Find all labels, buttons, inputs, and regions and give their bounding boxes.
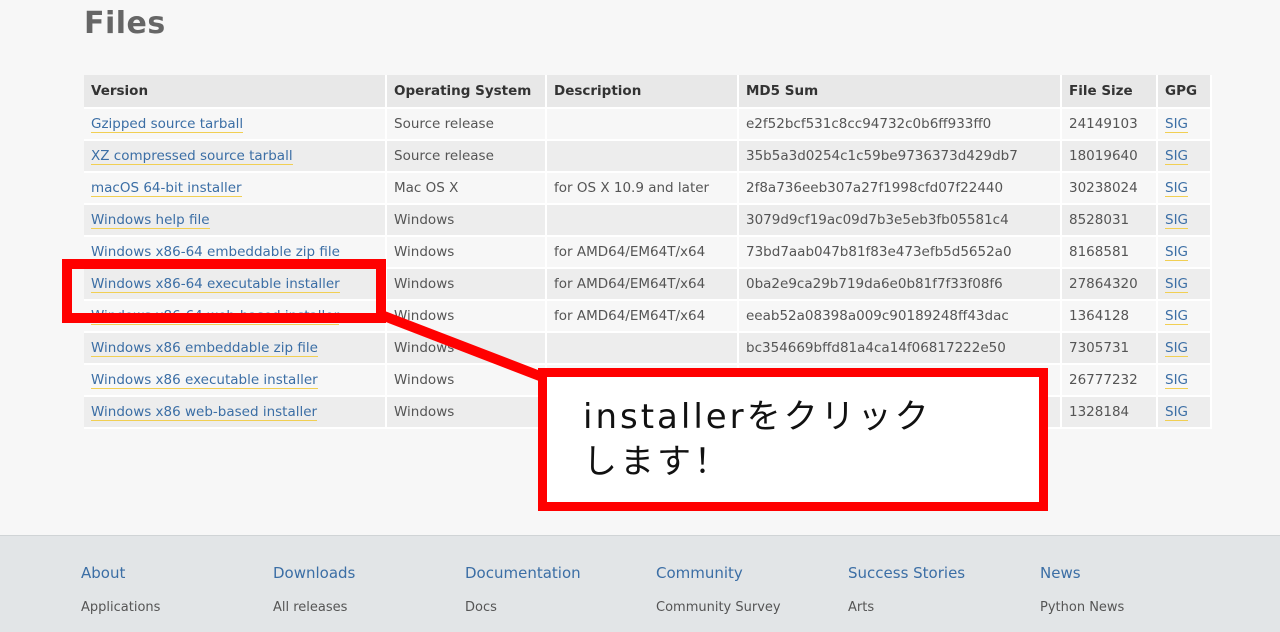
footer-heading-link[interactable]: News	[1040, 564, 1124, 582]
site-footer: About Applications Downloads All releases Do…	[0, 535, 1280, 632]
footer-column: Downloads All releases	[273, 564, 355, 615]
footer-heading-link[interactable]: Community	[656, 564, 781, 582]
callout-line-2: します！	[583, 442, 731, 482]
annotation-callout: installerをクリック します！	[538, 368, 1048, 511]
footer-heading-link[interactable]: Downloads	[273, 564, 355, 582]
footer-column: Success Stories Arts	[848, 564, 965, 615]
footer-link[interactable]: Applications	[81, 600, 160, 615]
footer-link[interactable]: Docs	[465, 600, 581, 615]
footer-column: About Applications	[81, 564, 160, 615]
footer-column: News Python News	[1040, 564, 1124, 615]
footer-column: Documentation Docs	[465, 564, 581, 615]
footer-link[interactable]: All releases	[273, 600, 355, 615]
footer-link[interactable]: Python News	[1040, 600, 1124, 615]
callout-line-1: installerをクリック	[583, 397, 932, 437]
footer-link[interactable]: Community Survey	[656, 600, 781, 615]
annotation-highlight-box	[62, 259, 386, 323]
footer-heading-link[interactable]: Success Stories	[848, 564, 965, 582]
footer-column: Community Community Survey	[656, 564, 781, 615]
footer-link[interactable]: Arts	[848, 600, 965, 615]
footer-heading-link[interactable]: Documentation	[465, 564, 581, 582]
footer-heading-link[interactable]: About	[81, 564, 160, 582]
